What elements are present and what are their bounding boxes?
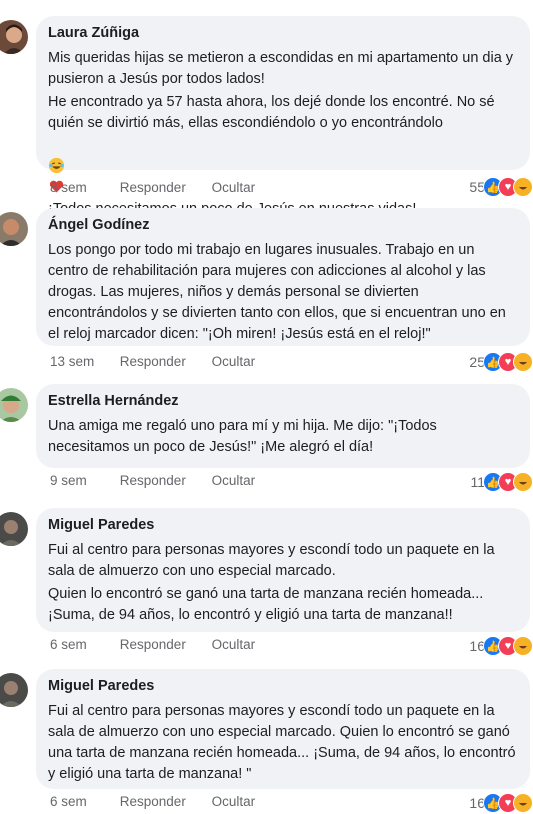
- haha-icon: [513, 636, 533, 656]
- laughing-tears-emoji: [48, 157, 65, 174]
- reactions-summary[interactable]: 25 👍 ♥: [469, 351, 533, 373]
- author-name[interactable]: Laura Zúñiga: [48, 24, 518, 42]
- timestamp[interactable]: 13 sem: [50, 354, 116, 370]
- hide-button[interactable]: Ocultar: [212, 794, 256, 810]
- comment-text: Fui al centro para personas mayores y es…: [48, 703, 516, 782]
- haha-icon: [513, 472, 533, 492]
- avatar[interactable]: [0, 212, 28, 246]
- avatar[interactable]: [0, 673, 28, 707]
- reactions-summary[interactable]: 16 👍 ♥: [469, 792, 533, 814]
- avatar[interactable]: [0, 512, 28, 546]
- comment-bubble: Miguel Paredes Fui al centro para person…: [36, 508, 530, 632]
- comment-text: He encontrado ya 57 hasta ahora, los dej…: [48, 94, 495, 131]
- comment-text: Fui al centro para personas mayores y es…: [48, 542, 495, 579]
- avatar[interactable]: [0, 20, 28, 54]
- author-name[interactable]: Ángel Godínez: [48, 216, 518, 234]
- timestamp[interactable]: 6 sem: [50, 637, 116, 653]
- comment-actions: 6 sem Responder Ocultar: [50, 637, 255, 653]
- hide-button[interactable]: Ocultar: [212, 637, 256, 653]
- hide-button[interactable]: Ocultar: [212, 473, 256, 489]
- reactions-summary[interactable]: 11 👍 ♥: [470, 471, 533, 493]
- reply-button[interactable]: Responder: [120, 794, 186, 810]
- haha-icon: [513, 352, 533, 372]
- comment-actions: 9 sem Responder Ocultar: [50, 473, 255, 489]
- avatar[interactable]: [0, 388, 28, 422]
- author-name[interactable]: Estrella Hernández: [48, 392, 518, 410]
- comment-actions: 6 sem Responder Ocultar: [50, 794, 255, 810]
- reply-button[interactable]: Responder: [120, 473, 186, 489]
- hide-button[interactable]: Ocultar: [212, 180, 256, 196]
- reactions-summary[interactable]: 16 👍 ♥: [469, 635, 533, 657]
- timestamp[interactable]: 8 sem: [50, 180, 116, 196]
- haha-icon: [513, 793, 533, 813]
- comment-text: Mis queridas hijas se metieron a escondi…: [48, 50, 514, 87]
- comment-text: Los pongo por todo mi trabajo en lugares…: [48, 242, 506, 342]
- reply-button[interactable]: Responder: [120, 354, 186, 370]
- comment-actions: 13 sem Responder Ocultar: [50, 354, 255, 370]
- reactions-summary[interactable]: 55 👍 ♥: [469, 176, 533, 198]
- comment-actions: 8 sem Responder Ocultar: [50, 180, 255, 196]
- timestamp[interactable]: 9 sem: [50, 473, 116, 489]
- comment-bubble: Miguel Paredes Fui al centro para person…: [36, 669, 530, 789]
- comment-text: Quien lo encontró se ganó una tarta de m…: [48, 586, 484, 623]
- reply-button[interactable]: Responder: [120, 637, 186, 653]
- comment-bubble: Ángel Godínez Los pongo por todo mi trab…: [36, 208, 530, 346]
- hide-button[interactable]: Ocultar: [212, 354, 256, 370]
- timestamp[interactable]: 6 sem: [50, 794, 116, 810]
- author-name[interactable]: Miguel Paredes: [48, 677, 518, 695]
- haha-icon: [513, 177, 533, 197]
- comment-bubble: Estrella Hernández Una amiga me regaló u…: [36, 384, 530, 468]
- comment-bubble: Laura Zúñiga Mis queridas hijas se metie…: [36, 16, 530, 217]
- reply-button[interactable]: Responder: [120, 180, 186, 196]
- comment-text: Una amiga me regaló uno para mí y mi hij…: [48, 418, 437, 455]
- author-name[interactable]: Miguel Paredes: [48, 516, 518, 534]
